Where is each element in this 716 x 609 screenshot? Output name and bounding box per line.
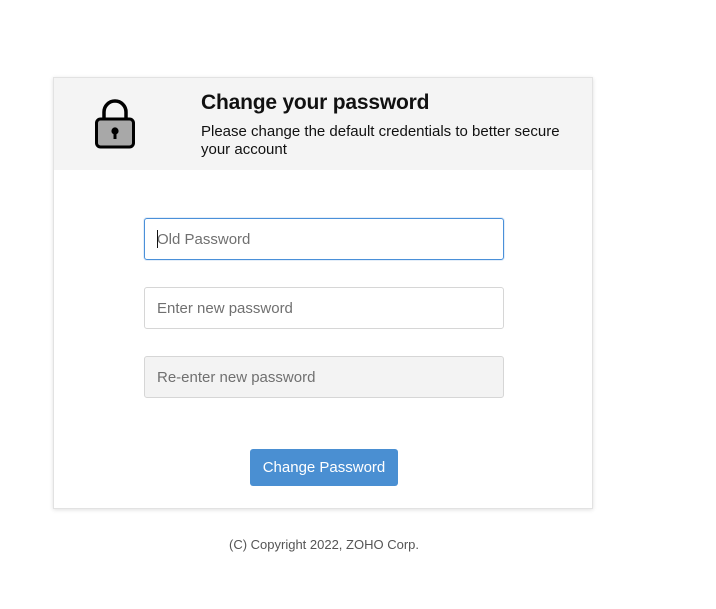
new-password-input[interactable]	[144, 287, 504, 329]
card-header: Change your password Please change the d…	[54, 78, 592, 170]
copyright-footer: (C) Copyright 2022, ZOHO Corp.	[228, 537, 419, 552]
page: Change your password Please change the d…	[0, 0, 716, 609]
page-title: Change your password	[201, 91, 430, 114]
old-password-input[interactable]	[144, 218, 504, 260]
lock-icon	[95, 99, 135, 149]
reenter-password-input[interactable]	[144, 356, 504, 398]
change-password-card: Change your password Please change the d…	[53, 77, 593, 509]
change-password-button[interactable]: Change Password	[250, 449, 398, 486]
page-subtitle: Please change the default credentials to…	[201, 123, 560, 158]
text-cursor	[157, 230, 158, 248]
